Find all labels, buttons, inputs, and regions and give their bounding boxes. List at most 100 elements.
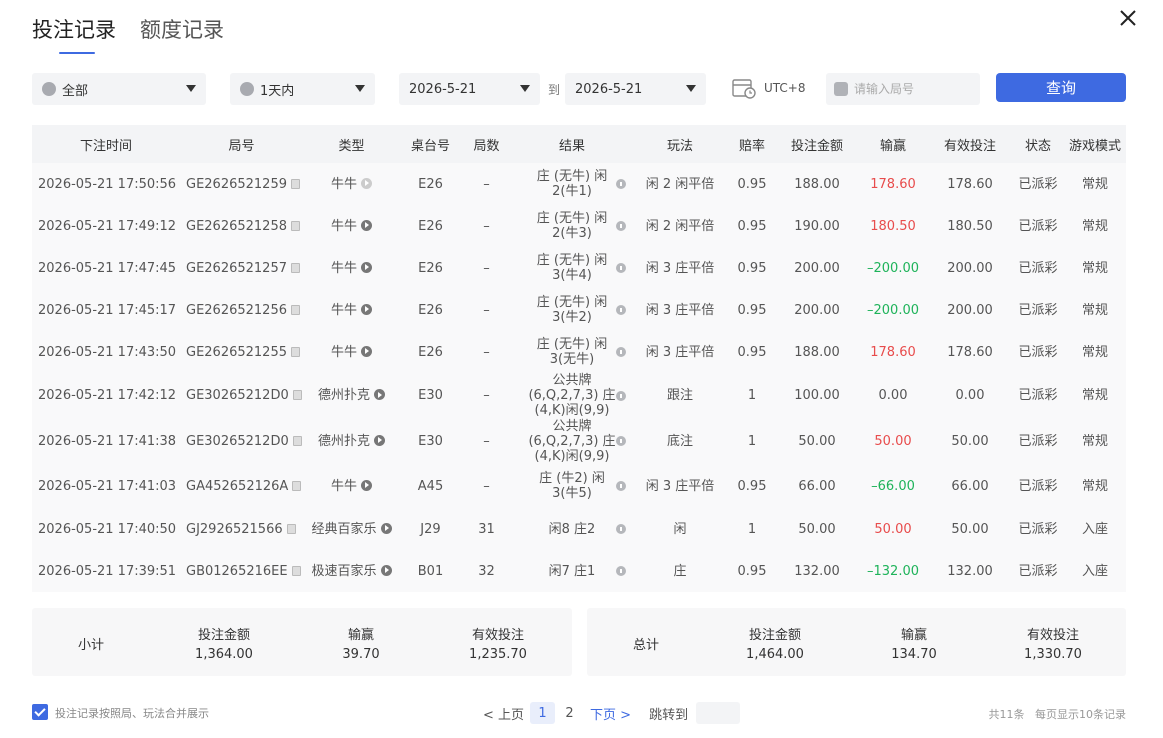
cell-odds: 0.95 [737, 260, 767, 276]
cell-round: GE30265212D0 [180, 418, 303, 464]
date-to-select[interactable]: 2026-5-21 [565, 73, 706, 105]
chevron-down-icon [520, 85, 530, 92]
result-text: 庄 (无牛) 闲3(牛4) [536, 253, 608, 283]
play-icon[interactable] [374, 389, 385, 400]
info-icon[interactable] [616, 221, 626, 231]
copy-icon[interactable] [291, 220, 300, 231]
info-icon[interactable] [616, 390, 626, 401]
cell-winloss: 178.60 [870, 344, 916, 360]
chevron-down-icon [186, 85, 196, 92]
subtotal-valid-label: 有效投注 [471, 628, 524, 643]
info-icon[interactable] [616, 305, 626, 315]
page-button-1[interactable]: 1 [530, 702, 556, 724]
round-id: GE2626521258 [186, 218, 287, 234]
play-icon[interactable] [380, 564, 392, 576]
play-icon[interactable] [361, 479, 372, 491]
subtotal-winloss: 输赢 39.70 [306, 624, 416, 662]
copy-icon[interactable] [291, 178, 300, 189]
page-button-2[interactable]: 2 [557, 702, 582, 724]
play-icon[interactable] [361, 345, 372, 357]
document-icon [834, 82, 848, 96]
header-cell: 玩法 [632, 125, 728, 163]
info-icon[interactable] [616, 347, 626, 357]
cell-table: E26 [418, 176, 443, 192]
play-icon[interactable] [361, 261, 372, 273]
header-cell: 下注时间 [32, 125, 180, 163]
jump-label: 跳转到 [649, 707, 689, 723]
chevron-down-icon [355, 85, 365, 92]
copy-icon[interactable] [291, 346, 300, 357]
cell-winloss: –200.00 [867, 302, 919, 318]
table-row: 2026-05-21 17:45:17 GE2626521256 牛牛 E26 – 庄 (… [32, 289, 1126, 331]
play-icon[interactable] [361, 219, 372, 231]
copy-icon[interactable] [291, 262, 300, 273]
category-select[interactable]: 全部 [32, 73, 206, 105]
info-icon[interactable] [616, 263, 626, 273]
cell-amount: 200.00 [794, 260, 840, 276]
cell-result: 庄 (无牛) 闲2(牛1) [512, 163, 632, 205]
cell-mode: 常规 [1081, 478, 1108, 494]
cell-bet: 闲 [673, 521, 687, 537]
merge-checkbox[interactable] [32, 704, 48, 720]
date-from-select[interactable]: 2026-5-21 [399, 73, 540, 105]
subtotal-amount-value: 1,364.00 [195, 647, 253, 662]
info-icon[interactable] [616, 179, 626, 189]
prev-page-button[interactable]: < 上页 [483, 704, 524, 723]
table-row: 2026-05-21 17:43:50 GE2626521255 牛牛 E26 – 庄 (… [32, 331, 1126, 373]
cell-time: 2026-05-21 17:39:51 [38, 563, 177, 579]
query-button[interactable]: 查询 [996, 73, 1126, 102]
copy-icon[interactable] [291, 304, 300, 315]
period-select[interactable]: 1天内 [230, 73, 375, 105]
play-icon[interactable] [361, 177, 372, 189]
info-icon[interactable] [616, 436, 626, 446]
table-row: 2026-05-21 17:41:03 GA452652126A 牛牛 A45 – 庄 (… [32, 464, 1126, 508]
round-search[interactable] [826, 73, 980, 105]
play-icon[interactable] [380, 522, 392, 534]
cell-round: GE2626521259 [180, 163, 303, 205]
next-page-button[interactable]: 下页 > [590, 704, 631, 723]
copy-icon[interactable] [291, 565, 301, 576]
info-icon[interactable] [616, 524, 626, 534]
cell-type: 牛牛 [303, 289, 400, 331]
round-id: GE2626521255 [186, 344, 287, 360]
header-cell: 状态 [1012, 125, 1064, 163]
tab-bet-records[interactable]: 投注记录 [32, 14, 116, 54]
round-id: GE2626521257 [186, 260, 287, 276]
cell-winloss: 180.50 [870, 218, 916, 234]
table-header: 下注时间 局号 类型 桌台号 局数 结果 玩法 赔率 投注金额 输赢 有效投注 … [32, 125, 1126, 163]
total-label: 总计 [633, 638, 660, 653]
to-label: 到 [548, 83, 561, 97]
copy-icon[interactable] [292, 480, 302, 491]
play-icon[interactable] [374, 434, 385, 446]
timezone[interactable]: UTC+8 [732, 77, 805, 99]
cell-round: GE30265212D0 [180, 373, 303, 418]
cell-bet: 底注 [666, 433, 693, 449]
cell-table: E26 [418, 260, 443, 276]
jump-page-input[interactable] [696, 702, 741, 724]
cell-amount: 66.00 [798, 478, 836, 494]
tab-credit-records[interactable]: 额度记录 [140, 14, 224, 52]
cell-valid: 178.60 [947, 344, 993, 360]
copy-icon[interactable] [292, 390, 302, 400]
game-type: 牛牛 [330, 176, 357, 192]
subtotal-label: 小计 [78, 638, 105, 653]
total-winloss: 输赢 134.70 [859, 624, 969, 662]
cell-bet: 闲 2 闲平倍 [645, 218, 715, 234]
table-row: 2026-05-21 17:41:38 GE30265212D0 德州扑克 E30 – 公… [32, 418, 1126, 464]
close-icon[interactable] [1116, 6, 1140, 30]
game-type: 牛牛 [330, 478, 357, 494]
info-icon[interactable] [616, 481, 626, 491]
cell-status: 已派彩 [1018, 478, 1058, 494]
table-row: 2026-05-21 17:39:51 GB01265216EE 极速百家乐 B01 3… [32, 550, 1126, 592]
info-icon[interactable] [616, 566, 626, 576]
total-winloss-value: 134.70 [891, 647, 937, 662]
play-icon[interactable] [361, 303, 372, 315]
cell-table: E26 [418, 302, 443, 318]
copy-icon[interactable] [286, 523, 296, 534]
cell-mode: 入座 [1081, 563, 1108, 579]
date-from-value: 2026-5-21 [409, 81, 477, 97]
round-input[interactable] [854, 82, 964, 96]
cell-mode: 入座 [1081, 521, 1108, 537]
header-cell: 桌台号 [400, 125, 461, 163]
copy-icon[interactable] [292, 435, 302, 446]
